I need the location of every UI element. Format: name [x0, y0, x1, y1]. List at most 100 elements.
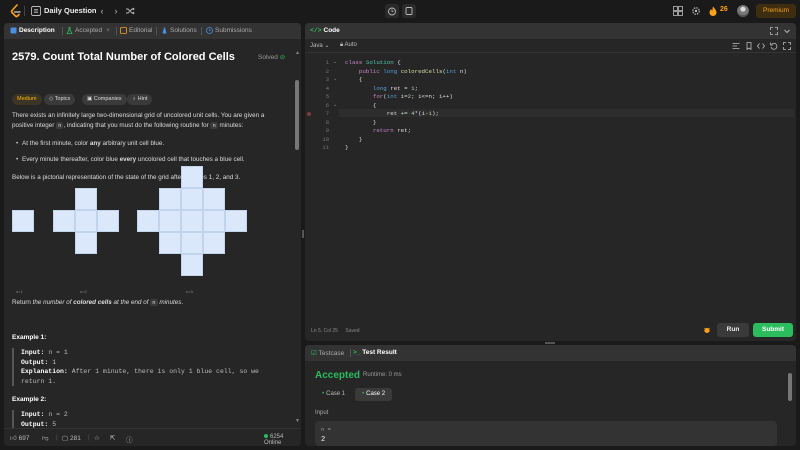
topics-button[interactable]: ◇ Topics [44, 94, 76, 105]
submit-button[interactable]: Submit [753, 323, 793, 337]
fold-arrow-icon[interactable]: ⌄ [333, 102, 337, 108]
language-select[interactable]: Java ⌄ [310, 42, 329, 49]
runtime-label: Runtime: 0 ms [363, 372, 402, 378]
dislike-icon[interactable]: 👎︎ [42, 434, 49, 442]
shuffle-icon[interactable] [124, 5, 136, 17]
code-brackets-icon[interactable] [757, 42, 765, 50]
close-tab-icon[interactable]: × [106, 27, 110, 34]
result-panel: ☑ Testcase >_ Test Result Accepted Runti… [305, 345, 796, 446]
description-footer: 👍︎ 697 👎︎ | ▢ 281 | ☆ ⇱ ⓘ 6254 Online [4, 428, 301, 446]
input-variable: n = [321, 426, 331, 433]
code-title: </> Code [310, 27, 340, 34]
companies-button[interactable]: ▣ Companies [82, 94, 127, 105]
book-icon [120, 27, 127, 34]
like-button[interactable]: 👍︎ 697 [10, 434, 29, 442]
debug-icon[interactable] [703, 326, 711, 334]
tab-accepted[interactable]: Accepted × [66, 27, 110, 34]
fold-arrow-icon[interactable]: ⌄ [333, 76, 337, 82]
bookmark-icon[interactable] [745, 42, 753, 50]
layout-icon[interactable] [673, 6, 683, 16]
tab-solutions[interactable]: Solutions [161, 27, 197, 34]
tab-description[interactable]: Description [10, 27, 55, 34]
problem-title[interactable]: 2579. Count Total Number of Colored Cell… [12, 51, 235, 63]
format-icon[interactable] [732, 42, 740, 50]
tab-test-result[interactable]: >_ Test Result [353, 349, 397, 356]
example-1-block: Input: n = 1 Output: 1 Explanation: Afte… [12, 348, 282, 386]
note-icon [405, 7, 413, 15]
scroll-down-arrow[interactable]: ▼ [295, 419, 300, 424]
result-status: Accepted [315, 370, 361, 381]
help-icon[interactable]: ⓘ [126, 434, 133, 444]
description-panel: Description Accepted × Editorial Solutio… [4, 23, 301, 446]
tab-submissions[interactable]: Submissions [206, 27, 252, 34]
input-value: 2 [321, 436, 326, 444]
comments-button[interactable]: ▢ 281 [62, 434, 81, 442]
grid-label-n1: n=1 [16, 289, 23, 294]
alarm-icon [388, 7, 396, 16]
star-icon[interactable]: ☆ [94, 434, 100, 442]
tab-editorial[interactable]: Editorial [120, 27, 152, 34]
share-icon[interactable]: ⇱ [110, 434, 115, 442]
horizontal-splitter[interactable] [545, 342, 555, 344]
code-toolbar [305, 39, 796, 53]
example-2-block: Input: n = 2 Output: 5 [12, 410, 282, 429]
run-button[interactable]: Run [717, 323, 749, 337]
example-1-title: Example 1: [12, 334, 47, 341]
top-bar: Daily Question ‹ › 26 Premium [0, 0, 800, 22]
description-scrollbar[interactable] [295, 80, 299, 150]
notes-button[interactable] [402, 4, 416, 18]
input-value-box [315, 421, 777, 446]
chevron-down-icon: ⌄ [324, 43, 330, 49]
flask-icon [66, 27, 73, 34]
premium-button[interactable]: Premium [756, 4, 796, 18]
description-paragraph-1: There exists an infinitely large two-dim… [12, 112, 265, 129]
rule-bullet-2: Every minute thereafter, color blue ever… [16, 155, 292, 165]
lock-icon: ▣ [87, 96, 94, 102]
comment-icon: ▢ [62, 435, 69, 442]
case-2-tab[interactable]: • Case 2 [355, 388, 393, 401]
auto-mode[interactable]: 🔒︎ Auto [340, 42, 357, 49]
return-statement: Return the number of colored cells at th… [12, 299, 184, 306]
code-brackets-icon: </> [310, 27, 322, 34]
checkbox-icon: ☑ [311, 350, 317, 357]
problem-list-icon[interactable] [31, 6, 41, 16]
leetcode-logo-icon[interactable] [10, 4, 22, 18]
grid-label-n2: n=2 [80, 289, 87, 294]
tab-testcase[interactable]: ☑ Testcase [311, 349, 344, 357]
grid-label-n3: n=3 [186, 289, 193, 294]
fire-streak-icon[interactable] [709, 6, 717, 16]
history-icon [206, 27, 213, 34]
lock-icon: 🔒︎ [340, 42, 344, 48]
prev-problem-icon[interactable]: ‹ [96, 5, 108, 17]
result-scrollbar[interactable] [788, 373, 792, 401]
example-2-title: Example 2: [12, 396, 47, 403]
fold-arrow-icon[interactable]: ⌄ [333, 59, 337, 65]
fullscreen-icon[interactable] [783, 42, 791, 50]
daily-question-title[interactable]: Daily Question [44, 6, 97, 15]
case-1-tab[interactable]: • Case 1 [315, 388, 352, 401]
scroll-up-arrow[interactable]: ▲ [295, 51, 300, 56]
hint-button[interactable]: ♁ Hint [127, 94, 153, 105]
chevron-down-icon[interactable] [783, 27, 791, 35]
difficulty-badge: Medium [12, 94, 42, 105]
settings-gear-icon[interactable] [691, 6, 701, 16]
streak-count: 26 [720, 6, 728, 13]
document-icon [10, 27, 17, 34]
input-label: Input [315, 410, 329, 416]
check-circle-icon: ⊘ [279, 54, 286, 61]
next-problem-icon[interactable]: › [110, 5, 122, 17]
vertical-splitter[interactable] [302, 230, 304, 238]
rule-bullet-1: At the first minute, color any arbitrary… [16, 139, 292, 149]
breakpoint-dot[interactable] [307, 112, 311, 116]
code-header: </> Code [305, 23, 796, 39]
description-tabs: Description Accepted × Editorial Solutio… [4, 23, 301, 39]
avatar[interactable] [737, 5, 749, 17]
description-paragraph-2: Below is a pictorial representation of t… [12, 174, 241, 181]
reset-icon[interactable] [770, 42, 778, 50]
timer-button[interactable] [385, 4, 399, 18]
result-tabs: ☑ Testcase >_ Test Result [305, 345, 796, 361]
cursor-status: Ln 5, Col 25 Saved [311, 328, 360, 334]
solved-status: Solved ⊘ [258, 54, 286, 61]
thumbs-up-icon: 👍︎ [10, 435, 17, 442]
maximize-icon[interactable] [770, 27, 778, 35]
